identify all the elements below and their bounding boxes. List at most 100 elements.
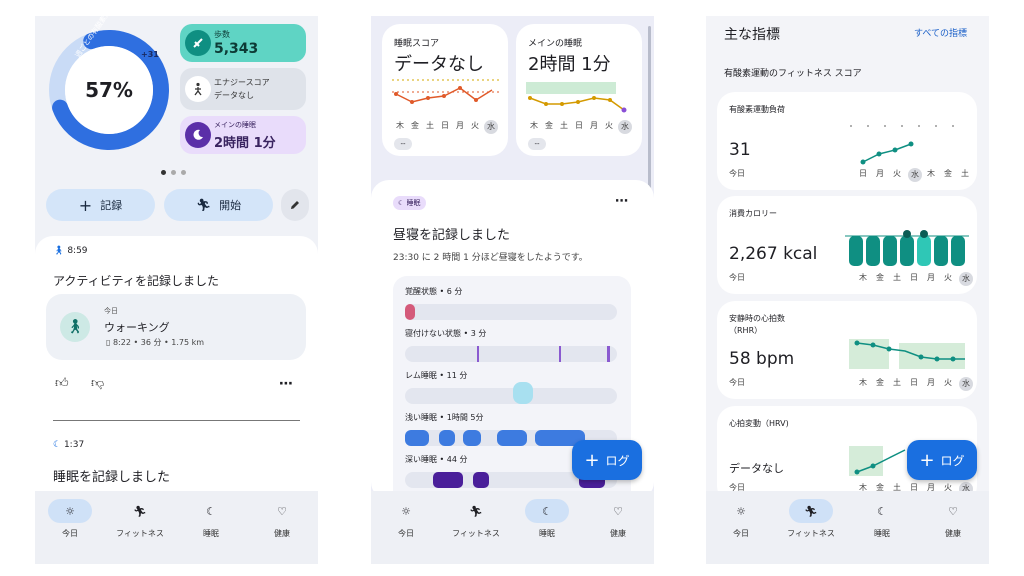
sleep-score-value: データなし [394, 54, 484, 75]
bottom-nav: ☼ 今日 🏃︎ フィットネス ☾ 睡眠 ♡ 健康 [371, 491, 654, 564]
cardio-ring[interactable]: 57% 週ごとの有酸素運動 69/120 +31 [45, 16, 173, 154]
log-fab[interactable]: + ログ [572, 440, 642, 480]
log-fab-label: ログ [940, 453, 965, 468]
sleep-tile[interactable]: メインの睡眠 2時間 1分 [180, 116, 306, 154]
day-label: 木 [859, 378, 867, 387]
metric-calories[interactable]: 消費カロリー 2,267 kcal 今日 木金土日月火水 [717, 196, 977, 294]
steps-icon [185, 30, 211, 56]
ring-percent: 57% [85, 78, 133, 102]
day-label: 土 [560, 121, 568, 130]
resting-hr-chart [849, 339, 965, 369]
day-label: 日 [910, 378, 918, 387]
cardio-load-chart [850, 125, 954, 165]
stage-awake-label: 覚醒状態 • 6 分 [405, 287, 463, 296]
day-label: 土 [961, 169, 969, 178]
nav-sleep[interactable]: ☾ 睡眠 [847, 499, 917, 539]
divider [53, 420, 300, 421]
metric-title-line1: 安静時の心拍数 [729, 314, 785, 323]
nav-today-label: 今日 [62, 529, 78, 538]
walking-icon: 🚶︎ [53, 246, 65, 256]
day-label: 土 [893, 273, 901, 282]
nap-subtitle: 23:30 に 2 時間 1 分ほど昼寝をしたようです。 [393, 253, 588, 263]
nav-today[interactable]: ☼ 今日 [371, 499, 441, 539]
day-label: 木 [927, 169, 935, 178]
day-label: 火 [605, 121, 613, 130]
metric-title: 消費カロリー [729, 209, 777, 218]
sleep-label: メインの睡眠 [214, 121, 256, 129]
log-fab-label: ログ [605, 453, 630, 468]
metric-days: 日月火水木金土 [857, 168, 977, 182]
activity-time-row: 🚶︎ 8:59 [53, 246, 88, 256]
heart-icon: ♡ [948, 504, 958, 518]
metric-title: 心拍変動（HRV) [729, 419, 789, 428]
sleep-score-card[interactable]: 睡眠スコア データなし 木金土日月火水 -- [382, 24, 508, 156]
nav-sleep[interactable]: ☾ 睡眠 [512, 499, 582, 539]
day-label: 水 [959, 272, 973, 286]
moon-icon: ☾ [206, 504, 216, 518]
ring-progress: 69/120 [93, 124, 124, 133]
thumbs-down-icon[interactable]: 👎︎ [91, 376, 104, 391]
heart-icon: ♡ [277, 504, 287, 518]
start-label: 開始 [219, 199, 242, 212]
nav-today-label: 今日 [398, 529, 414, 538]
stage-rem-label: レム睡眠 • 11 分 [405, 371, 468, 380]
nav-fitness[interactable]: 🏃︎ フィットネス [776, 499, 846, 539]
nav-fitness[interactable]: 🏃︎ フィットネス [441, 499, 511, 539]
log-fab[interactable]: + ログ [907, 440, 977, 480]
nav-today[interactable]: ☼ 今日 [35, 499, 105, 539]
nav-sleep[interactable]: ☾ 睡眠 [176, 499, 246, 539]
plus-icon: + [919, 449, 935, 471]
thumbs-up-icon[interactable]: 👍︎ [55, 376, 69, 391]
nav-today[interactable]: ☼ 今日 [706, 499, 776, 539]
edit-button[interactable] [281, 189, 309, 221]
day-label: 木 [530, 121, 538, 130]
nav-fitness[interactable]: 🏃︎ フィットネス [105, 499, 175, 539]
sleep-badge-label: 睡眠 [406, 199, 421, 207]
more-options-icon[interactable]: ⋯ [279, 376, 293, 392]
metric-day: 今日 [729, 273, 745, 282]
metric-cardio-load[interactable]: 有酸素運動負荷 31 今日 日月火水木金土 [717, 92, 977, 190]
main-sleep-days: 木金土日月火水 [528, 120, 636, 134]
scrollbar[interactable] [648, 26, 651, 206]
running-icon: 🏃︎ [804, 504, 818, 518]
day-label: 水 [959, 377, 973, 391]
heart-icon: ♡ [613, 504, 623, 518]
sleep-value: 2時間 1分 [214, 136, 276, 151]
start-button[interactable]: 🏃︎ 開始 [164, 189, 273, 221]
nav-health-label: 健康 [945, 529, 961, 538]
stage-light-label: 浅い睡眠 • 1時間 5分 [405, 413, 484, 422]
sleep-score-footer: -- [394, 138, 412, 150]
metrics-header: 主な指標 [724, 27, 780, 43]
day-label: 土 [893, 378, 901, 387]
nav-health[interactable]: ♡ 健康 [247, 499, 317, 539]
metric-day: 今日 [729, 378, 745, 387]
page-indicator[interactable] [161, 170, 186, 175]
running-icon: 🏃︎ [469, 504, 483, 518]
nav-health-label: 健康 [610, 529, 626, 538]
main-sleep-card[interactable]: メインの睡眠 2時間 1分 木金土日月火水 -- [516, 24, 642, 156]
activity-time: 8:59 [67, 246, 88, 256]
today-screen: 57% 週ごとの有酸素運動 69/120 +31 歩数 5,343 エナジースコ… [35, 16, 318, 564]
sleep-score-label: 睡眠スコア [394, 39, 440, 49]
steps-tile[interactable]: 歩数 5,343 [180, 24, 306, 62]
walking-day: 今日 [104, 307, 118, 315]
sleep-entry-title: 睡眠を記録しました [53, 470, 171, 485]
record-button[interactable]: + 記録 [46, 189, 155, 221]
nav-fitness-label: フィットネス [787, 529, 835, 538]
metric-resting-hr[interactable]: 安静時の心拍数 （RHR） 58 bpm 今日 木金土日月火水 [717, 301, 977, 399]
day-label: 水 [618, 120, 632, 134]
all-metrics-link[interactable]: すべての指標 [914, 26, 967, 39]
sun-icon: ☼ [401, 504, 411, 518]
walking-entry[interactable]: 🚶︎ 今日 ウォーキング ▯ 8:22 • 36 分 • 1.75 km [46, 294, 306, 360]
moon-badge-icon: ☾ [398, 199, 405, 207]
energy-tile[interactable]: エナジースコア データなし [180, 68, 306, 110]
nav-health[interactable]: ♡ 健康 [583, 499, 653, 539]
activity-title: アクティビティを記録しました [53, 274, 219, 288]
metric-days: 木金土日月火水 [857, 377, 977, 391]
sleep-entry-time: 1:37 [63, 440, 85, 450]
nav-health[interactable]: ♡ 健康 [918, 499, 988, 539]
more-options-icon[interactable]: ⋯ [615, 194, 628, 209]
stage-awake-bar [405, 304, 617, 320]
sleep-badge: ☾ 睡眠 [393, 196, 426, 210]
stage-restless-bar [405, 346, 617, 362]
